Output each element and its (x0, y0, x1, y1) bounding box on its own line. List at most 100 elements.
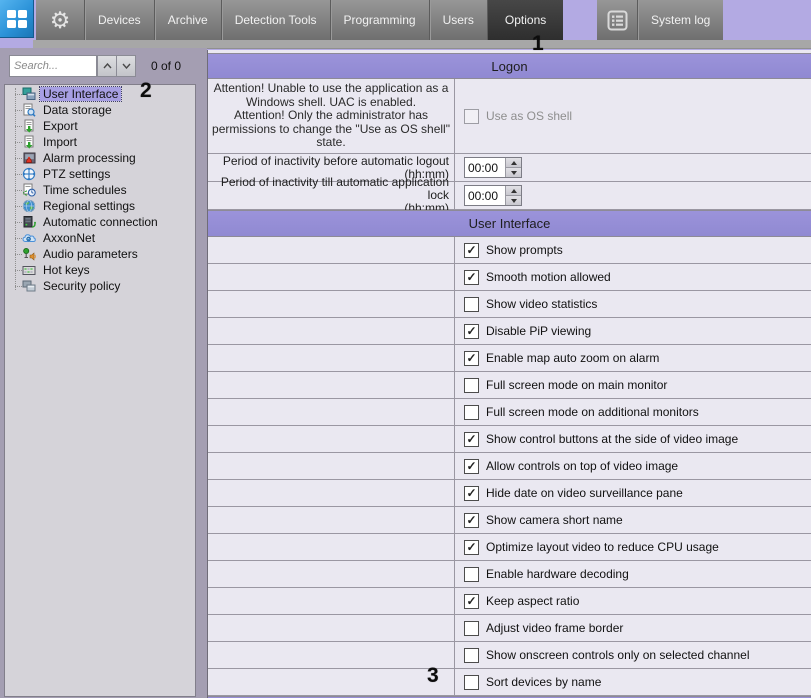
sidebar-item-label: User Interface (40, 87, 121, 101)
window-grid-icon (7, 10, 27, 28)
option-checkbox[interactable] (464, 243, 479, 258)
sidebar-item-label: Export (40, 119, 81, 133)
option-label: Show camera short name (486, 513, 623, 527)
settings-tree: User Interface Data storage (5, 86, 195, 294)
use-as-os-shell-checkbox[interactable] (464, 109, 479, 124)
sidebar-item-hot-keys[interactable]: Hot keys (5, 262, 195, 278)
sidebar-item-export[interactable]: Export (5, 118, 195, 134)
main-toolbar: ⚙ Devices Archive Detection Tools Progra… (36, 0, 563, 41)
option-checkbox[interactable] (464, 459, 479, 474)
option-row-disable-pip: Disable PiP viewing (208, 318, 811, 345)
attention-text: Attention! Unable to use the application… (208, 82, 454, 150)
regional-settings-icon (22, 199, 36, 213)
option-label: Show onscreen controls only on selected … (486, 648, 750, 662)
chevron-up-icon (103, 63, 112, 69)
spin-up-button[interactable] (506, 186, 521, 195)
sidebar-item-time-schedules[interactable]: Time schedules (5, 182, 195, 198)
search-row: 0 of 0 (0, 54, 207, 80)
option-row-keep-aspect-ratio: Keep aspect ratio (208, 588, 811, 615)
sidebar-item-label: Security policy (40, 279, 123, 293)
spin-up-button[interactable] (506, 158, 521, 167)
option-row-video-statistics: Show video statistics (208, 291, 811, 318)
option-row-camera-short-name: Show camera short name (208, 507, 811, 534)
option-checkbox[interactable] (464, 324, 479, 339)
option-checkbox[interactable] (464, 486, 479, 501)
option-checkbox[interactable] (464, 594, 479, 609)
tab-archive[interactable]: Archive (155, 0, 221, 40)
tab-options[interactable]: Options (488, 0, 563, 40)
tab-users[interactable]: Users (430, 0, 487, 40)
system-log-icon (607, 10, 628, 31)
option-label: Disable PiP viewing (486, 324, 591, 338)
sidebar-item-alarm-processing[interactable]: Alarm processing (5, 150, 195, 166)
sidebar-item-import[interactable]: Import (5, 134, 195, 150)
sidebar-item-label: Regional settings (40, 199, 138, 213)
system-log-button[interactable] (597, 0, 637, 40)
spin-down-button[interactable] (506, 195, 521, 205)
option-checkbox[interactable] (464, 675, 479, 690)
triangle-down-icon (511, 199, 517, 203)
sidebar-item-regional-settings[interactable]: Regional settings (5, 198, 195, 214)
triangle-up-icon (511, 189, 517, 193)
app-menu-button[interactable] (0, 0, 34, 38)
axxonnet-icon (22, 231, 36, 245)
tab-devices[interactable]: Devices (85, 0, 154, 40)
export-icon (22, 119, 36, 133)
chevron-down-icon (122, 63, 131, 69)
option-row-fullscreen-additional: Full screen mode on additional monitors (208, 399, 811, 426)
sidebar-item-axxonnet[interactable]: AxxonNet (5, 230, 195, 246)
sidebar-item-label: Automatic connection (40, 215, 161, 229)
search-input[interactable] (9, 55, 97, 77)
alarm-processing-icon (22, 151, 36, 165)
tab-system-log[interactable]: System log (638, 0, 723, 40)
sidebar-item-data-storage[interactable]: Data storage (5, 102, 195, 118)
option-checkbox[interactable] (464, 621, 479, 636)
sidebar-item-user-interface[interactable]: User Interface (5, 86, 195, 102)
search-match-count: 0 of 0 (151, 59, 181, 73)
triangle-up-icon (511, 161, 517, 165)
ptz-settings-icon (22, 167, 36, 181)
option-checkbox[interactable] (464, 648, 479, 663)
option-checkbox[interactable] (464, 351, 479, 366)
option-row-smooth-motion: Smooth motion allowed (208, 264, 811, 291)
lock-period-input[interactable] (465, 186, 505, 205)
tab-programming[interactable]: Programming (331, 0, 429, 40)
annotation-2: 2 (140, 80, 152, 101)
option-checkbox[interactable] (464, 297, 479, 312)
lock-period-row: Period of inactivity till automatic appl… (208, 182, 811, 210)
sidebar-item-label: Import (40, 135, 80, 149)
option-checkbox[interactable] (464, 567, 479, 582)
sidebar-item-ptz-settings[interactable]: PTZ settings (5, 166, 195, 182)
option-label: Show video statistics (486, 297, 597, 311)
sidebar-item-audio-parameters[interactable]: Audio parameters (5, 246, 195, 262)
sidebar-item-security-policy[interactable]: Security policy (5, 278, 195, 294)
system-log-toolbar: System log (597, 0, 723, 41)
option-label: Optimize layout video to reduce CPU usag… (486, 540, 719, 554)
option-checkbox[interactable] (464, 378, 479, 393)
search-prev-button[interactable] (97, 55, 117, 77)
option-label: Full screen mode on additional monitors (486, 405, 699, 419)
option-checkbox[interactable] (464, 540, 479, 555)
option-checkbox[interactable] (464, 513, 479, 528)
annotation-1: 1 (532, 33, 544, 54)
option-row-control-buttons-side: Show control buttons at the side of vide… (208, 426, 811, 453)
option-label: Show prompts (486, 243, 563, 257)
import-icon (22, 135, 36, 149)
option-label: Keep aspect ratio (486, 594, 579, 608)
sidebar-item-label: Time schedules (40, 183, 130, 197)
sidebar-item-label: PTZ settings (40, 167, 113, 181)
option-checkbox[interactable] (464, 405, 479, 420)
option-label: Allow controls on top of video image (486, 459, 678, 473)
sidebar-item-automatic-connection[interactable]: Automatic connection (5, 214, 195, 230)
hot-keys-icon (22, 263, 36, 277)
search-next-button[interactable] (116, 55, 136, 77)
option-checkbox[interactable] (464, 270, 479, 285)
option-checkbox[interactable] (464, 432, 479, 447)
audio-parameters-icon (22, 247, 36, 261)
spin-down-button[interactable] (506, 167, 521, 177)
sidebar-item-label: Hot keys (40, 263, 93, 277)
logout-period-input[interactable] (465, 158, 505, 177)
option-row-controls-on-top: Allow controls on top of video image (208, 453, 811, 480)
tab-detection-tools[interactable]: Detection Tools (222, 0, 330, 40)
settings-gear-button[interactable]: ⚙ (36, 0, 84, 40)
